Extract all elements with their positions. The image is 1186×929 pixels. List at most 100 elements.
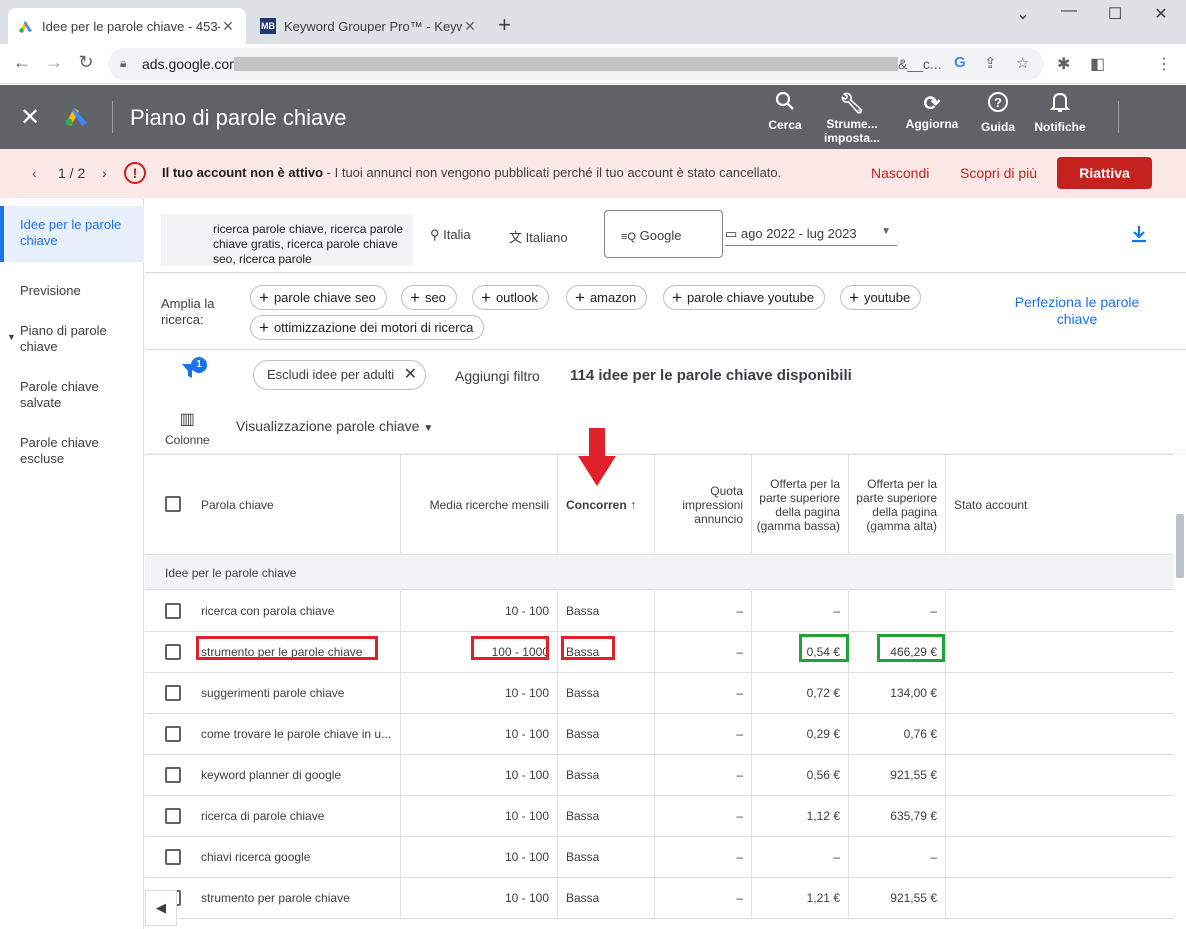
extensions-icon[interactable]: ✱	[1057, 54, 1070, 74]
header-bid-low[interactable]: Offerta per la parte superiore della pag…	[752, 455, 849, 554]
status-cell	[946, 714, 1174, 754]
side-panel-icon[interactable]: ◧	[1090, 54, 1105, 74]
broaden-chip[interactable]: + parole chiave youtube	[663, 285, 826, 310]
close-window-icon[interactable]: ✕	[1138, 4, 1184, 24]
plus-icon: +	[672, 288, 682, 307]
status-cell	[946, 837, 1174, 877]
row-checkbox[interactable]	[165, 603, 181, 619]
bid-low-cell: 1,12 €	[752, 796, 849, 836]
columns-button[interactable]: ▥ Colonne	[165, 409, 210, 447]
broaden-chip[interactable]: + parole chiave seo	[250, 285, 387, 310]
date-range-selector[interactable]: ▭ ago 2022 - lug 2023 ▼	[725, 226, 897, 246]
reload-icon[interactable]: ↻	[74, 52, 98, 73]
filter-count-badge: 1	[191, 357, 207, 373]
sidebar-item-excluded[interactable]: Parole chiave escluse	[0, 435, 120, 467]
star-icon[interactable]: ☆	[1016, 54, 1029, 72]
language-filter[interactable]: 文 Italiano	[509, 227, 568, 246]
broaden-chip[interactable]: + youtube	[840, 285, 922, 310]
scrollbar-thumb[interactable]	[1176, 514, 1184, 578]
sidebar-item-plan[interactable]: ▼ Piano di parole chiave	[0, 323, 120, 355]
chip-label: parole chiave seo	[273, 290, 376, 305]
status-cell	[946, 796, 1174, 836]
network-selector[interactable]: ≡Q Google	[604, 210, 723, 258]
row-checkbox[interactable]	[165, 644, 181, 660]
share-icon[interactable]: ⇪	[984, 54, 997, 72]
search-button[interactable]: Cerca	[760, 91, 810, 132]
broaden-chip[interactable]: + outlook	[472, 285, 549, 310]
keyword-text: chiavi ricerca google	[201, 850, 311, 864]
keyword-text: suggerimenti parole chiave	[201, 686, 345, 700]
impression-cell: –	[655, 632, 752, 672]
row-checkbox[interactable]	[165, 849, 181, 865]
competition-cell: Bassa	[558, 837, 655, 877]
back-icon[interactable]: ←	[10, 52, 34, 73]
chevron-down-icon[interactable]: ⌄	[1000, 4, 1046, 24]
header-bid-high[interactable]: Offerta per la parte superiore della pag…	[849, 455, 946, 554]
sidebar-item-forecast[interactable]: Previsione	[0, 283, 144, 299]
location-filter[interactable]: ⚲ Italia	[430, 227, 471, 243]
row-checkbox[interactable]	[165, 685, 181, 701]
refine-keywords-link[interactable]: Perfeziona le parole chiave	[1003, 294, 1151, 328]
searches-cell: 10 - 100	[401, 673, 558, 713]
tab-google-ads[interactable]: Idee per le parole chiave - 453-5 ✕	[8, 8, 246, 44]
bid-high-cell: 921,55 €	[849, 755, 946, 795]
broaden-chip[interactable]: + seo	[401, 285, 457, 310]
google-translate-icon[interactable]: G	[954, 54, 966, 71]
remove-filter-icon[interactable]: ✕	[404, 361, 417, 389]
menu-icon[interactable]: ⋮	[1156, 54, 1172, 74]
wrench-icon: 🔧︎	[839, 93, 865, 115]
chip-label: parole chiave youtube	[686, 290, 815, 305]
sidebar-item-keyword-ideas[interactable]: Idee per le parole chiave	[0, 206, 144, 262]
close-tab-icon[interactable]: ✕	[220, 18, 236, 35]
view-selector[interactable]: Visualizzazione parole chiave ▼	[236, 418, 433, 434]
sidebar-item-label: Parole chiave salvate	[20, 379, 99, 410]
header-divider	[112, 101, 113, 133]
maximize-icon[interactable]: ☐	[1092, 4, 1138, 24]
download-icon[interactable]	[1129, 224, 1149, 250]
header-status[interactable]: Stato account	[946, 455, 1174, 554]
header-searches[interactable]: Media ricerche mensili	[401, 455, 558, 554]
notifications-button[interactable]: Notifiche	[1030, 91, 1090, 134]
broaden-chip[interactable]: + ottimizzazione dei motori di ricerca	[250, 315, 485, 340]
close-tab-icon[interactable]: ✕	[462, 18, 478, 35]
bid-low-cell: –	[752, 837, 849, 877]
adult-filter-chip[interactable]: Escludi idee per adulti ✕	[253, 360, 426, 390]
chip-label: youtube	[863, 290, 911, 305]
help-icon: ?	[974, 91, 1022, 120]
bid-high-cell: –	[849, 591, 946, 631]
row-checkbox[interactable]	[165, 767, 181, 783]
url-field[interactable]: 🔒︎ ads.google.com &__c... G ⇪ ☆	[108, 48, 1044, 80]
hide-alert-link[interactable]: Nascondi	[871, 165, 929, 181]
row-checkbox[interactable]	[165, 808, 181, 824]
minimize-icon[interactable]: —	[1046, 2, 1092, 20]
row-checkbox[interactable]	[165, 726, 181, 742]
learn-more-link[interactable]: Scopri di più	[960, 165, 1037, 181]
refresh-button[interactable]: ⟳ Aggiorna	[900, 91, 964, 131]
tools-button[interactable]: 🔧︎ Strume... imposta...	[820, 91, 884, 145]
keywords-input[interactable]: ricerca parole chiave, ricerca parole ch…	[161, 214, 413, 266]
tab-keyword-grouper[interactable]: MB Keyword Grouper Pro™ - Keywor ✕	[250, 8, 488, 44]
prev-alert-icon[interactable]: ‹	[32, 165, 37, 181]
select-all-checkbox[interactable]	[165, 496, 181, 512]
add-filter-button[interactable]: Aggiungi filtro	[455, 368, 540, 384]
help-button[interactable]: ? Guida	[974, 91, 1022, 134]
close-icon[interactable]: ✕	[20, 103, 40, 132]
alert-pager: 1 / 2	[58, 165, 86, 181]
caret-down-icon: ▼	[7, 332, 16, 342]
reactivate-button[interactable]: Riattiva	[1057, 157, 1152, 189]
broaden-chip[interactable]: + amazon	[566, 285, 648, 310]
impression-cell: –	[655, 837, 752, 877]
url-text: ads.google.com	[142, 56, 241, 72]
header-keyword[interactable]: Parola chiave	[145, 455, 401, 554]
forward-icon[interactable]: →	[42, 52, 66, 73]
sidebar-item-label: Idee per le parole chiave	[20, 217, 122, 248]
header-impression[interactable]: Quota impressioni annuncio	[655, 455, 752, 554]
new-tab-icon[interactable]: +	[498, 12, 511, 38]
header-divider	[1118, 101, 1119, 133]
next-alert-icon[interactable]: ›	[102, 165, 107, 181]
sidebar-item-saved[interactable]: Parole chiave salvate	[0, 379, 120, 411]
collapse-sidebar-icon[interactable]: ◀	[145, 890, 177, 926]
competition-cell: Bassa	[558, 878, 655, 918]
scrollbar[interactable]	[1174, 454, 1186, 929]
impression-cell: –	[655, 591, 752, 631]
